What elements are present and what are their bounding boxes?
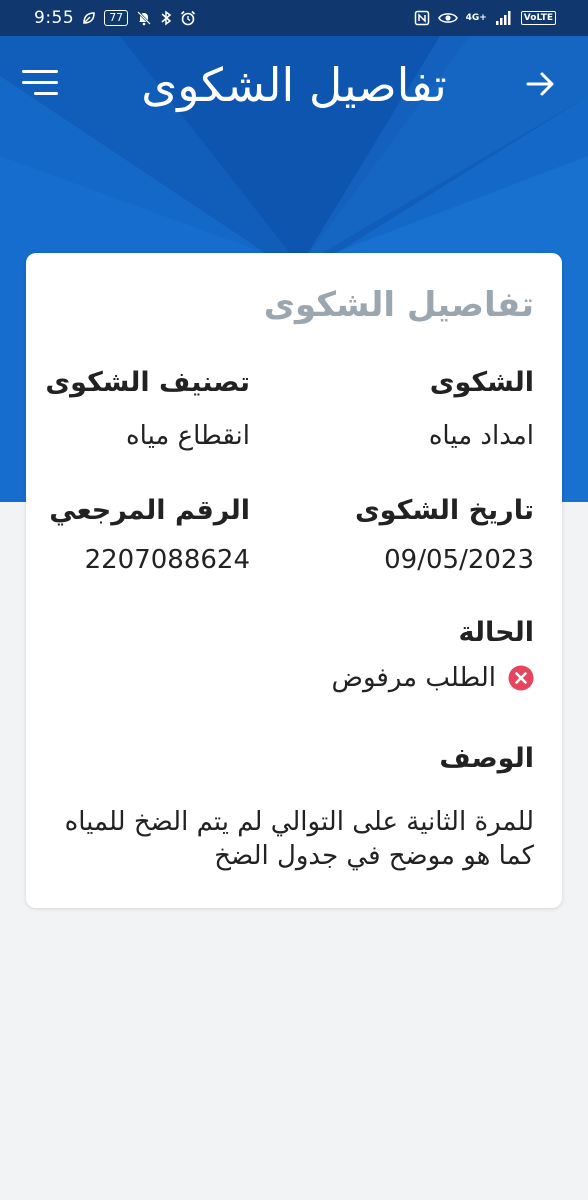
reference-value: 2207088624 bbox=[84, 545, 250, 575]
status-time: 9:55 bbox=[34, 8, 75, 28]
complaint-value: امداد مياه bbox=[428, 421, 534, 451]
network-type-label: 4G+ bbox=[465, 12, 487, 23]
status-value: الطلب مرفوض bbox=[331, 663, 496, 693]
arrow-right-icon bbox=[526, 72, 554, 96]
rejected-x-icon bbox=[508, 665, 534, 691]
description-value: للمرة الثانية على التوالي لم يتم الضخ لل… bbox=[64, 807, 534, 871]
app-header: تفاصيل الشكوى bbox=[0, 36, 588, 136]
bluetooth-icon bbox=[160, 10, 172, 26]
alarm-icon bbox=[180, 10, 196, 26]
category-value: انقطاع مياه bbox=[126, 421, 250, 451]
signal-icon bbox=[495, 10, 513, 26]
status-bar: 9:55 77 4G+ VoLTE bbox=[0, 0, 588, 36]
date-value: 09/05/2023 bbox=[384, 545, 534, 575]
description-label: الوصف bbox=[439, 743, 534, 774]
page-title: تفاصيل الشكوى bbox=[141, 58, 447, 112]
date-label: تاريخ الشكوى bbox=[354, 495, 534, 526]
status-bar-left: 9:55 77 bbox=[34, 8, 196, 28]
status-row: الطلب مرفوض bbox=[332, 663, 534, 693]
volte-badge: VoLTE bbox=[520, 11, 556, 25]
back-button[interactable] bbox=[520, 64, 560, 104]
leaf-icon bbox=[82, 11, 96, 25]
status-bar-right: 4G+ VoLTE bbox=[414, 10, 556, 26]
card-title: تفاصيل الشكوى bbox=[263, 285, 534, 325]
nfc-icon bbox=[414, 10, 430, 26]
bell-off-icon bbox=[136, 10, 152, 26]
battery-icon: 77 bbox=[104, 10, 129, 26]
reference-label: الرقم المرجعي bbox=[49, 495, 250, 526]
complaint-label: الشكوى bbox=[429, 367, 534, 398]
complaint-details-card: تفاصيل الشكوى الشكوى امداد مياه تصنيف ال… bbox=[26, 253, 562, 908]
status-label: الحالة bbox=[458, 617, 534, 648]
category-label: تصنيف الشكوى bbox=[45, 367, 250, 398]
eye-icon bbox=[437, 11, 458, 25]
